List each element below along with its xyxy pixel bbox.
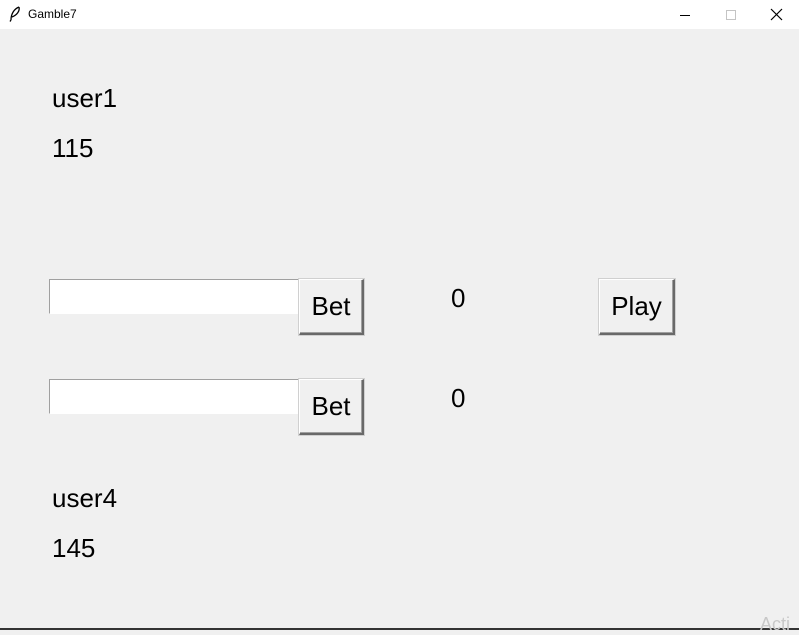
play-button[interactable]: Play bbox=[599, 279, 675, 335]
window-title: Gamble7 bbox=[28, 7, 77, 21]
maximize-button[interactable] bbox=[708, 0, 754, 29]
close-button[interactable] bbox=[753, 0, 799, 29]
close-icon bbox=[770, 8, 782, 21]
activation-watermark: Acti bbox=[760, 614, 791, 634]
bet-amount-2: 0 bbox=[451, 383, 466, 413]
player2-name: user4 bbox=[52, 483, 118, 513]
bet-button-1[interactable]: Bet bbox=[299, 279, 364, 335]
maximize-icon bbox=[726, 9, 736, 20]
bet-input-2[interactable] bbox=[49, 379, 299, 414]
player1-name: user1 bbox=[52, 83, 118, 113]
player1-balance: 115 bbox=[52, 133, 94, 163]
game-window-content: user1 115 Bet 0 Play Bet 0 user4 145 bbox=[0, 29, 799, 629]
player2-balance: 145 bbox=[52, 533, 96, 563]
bet-input-1[interactable] bbox=[49, 279, 299, 314]
minimize-button[interactable] bbox=[662, 0, 708, 29]
feather-icon bbox=[9, 6, 20, 22]
bet-amount-1: 0 bbox=[451, 283, 466, 313]
bet-button-2[interactable]: Bet bbox=[299, 379, 364, 435]
minimize-icon bbox=[680, 14, 690, 16]
title-bar[interactable]: Gamble7 bbox=[0, 0, 799, 29]
